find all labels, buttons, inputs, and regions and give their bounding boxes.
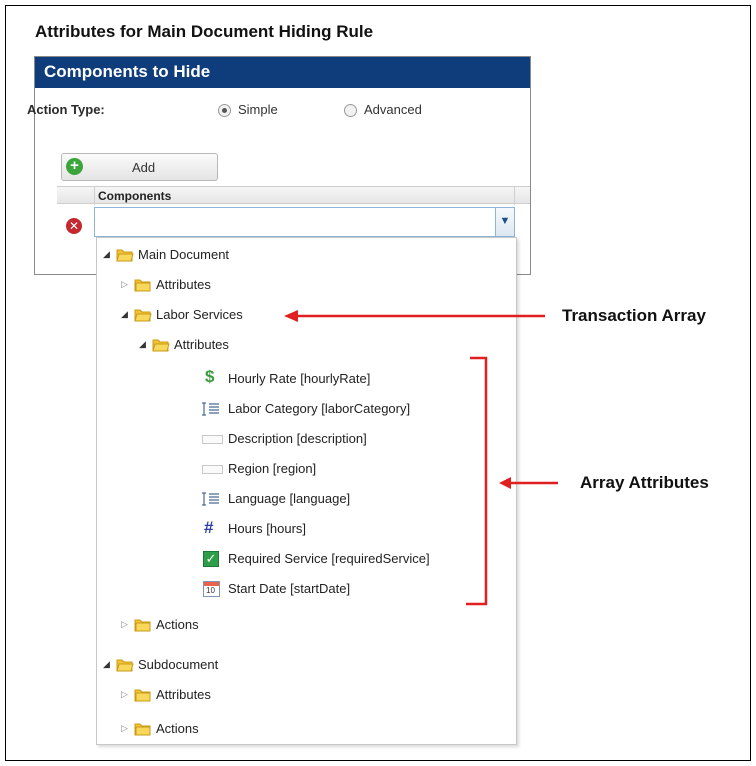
tree-node-label: Attributes [156,687,211,702]
tree-leaf-label: Hours [hours] [228,521,307,536]
tree-node-label: Labor Services [156,307,243,322]
plus-icon: + [66,158,83,175]
add-button-label: Add [132,160,156,175]
folder-open-icon [116,249,134,262]
expand-toggle-icon[interactable]: ◢ [121,309,131,320]
tree-leaf-label: Required Service [requiredService] [228,551,430,566]
chevron-down-icon[interactable]: ▼ [495,208,514,236]
components-tree-dropdown: ◢ Main Document ▷ Attributes ◢ Labor Ser… [96,237,517,745]
column-separator [94,187,95,205]
tree-node-label: Attributes [174,337,229,352]
array-attributes-label: Array Attributes [580,473,709,492]
list-icon [202,492,219,506]
radio-advanced[interactable] [344,104,357,117]
panel-header: Components to Hide [35,57,530,88]
tree-node-label: Main Document [138,247,230,262]
currency-icon: $ [205,367,215,386]
action-type-label: Action Type: [27,102,105,117]
remove-row-icon[interactable]: ✕ [66,218,82,234]
folder-open-icon [134,309,152,322]
folder-open-icon [152,339,170,352]
tree-leaf-label: Language [language] [228,491,351,506]
tree-node-label: Attributes [156,277,211,292]
number-icon: # [204,518,214,537]
radio-advanced-label: Advanced [364,102,422,117]
tree-node-label: Actions [156,617,199,632]
section-title: Attributes for Main Document Hiding Rule [35,22,374,41]
expand-toggle-icon[interactable]: ◢ [103,659,113,670]
tree-leaf-label: Start Date [startDate] [228,581,351,596]
collapse-toggle-icon[interactable]: ▷ [121,689,131,700]
tree-node-label: Subdocument [138,657,219,672]
radio-simple-label: Simple [238,102,278,117]
checkbox-icon: ✓ [203,551,219,567]
tree-node-label: Actions [156,721,199,736]
expand-toggle-icon[interactable]: ◢ [103,249,113,260]
collapse-toggle-icon[interactable]: ▷ [121,723,131,734]
folder-icon [134,689,151,702]
textbox-icon [202,435,223,444]
components-column-header: Components [98,189,172,203]
tree-leaf-label: Region [region] [228,461,317,476]
list-icon [202,402,219,416]
transaction-array-label: Transaction Array [562,306,706,325]
collapse-toggle-icon[interactable]: ▷ [121,619,131,630]
collapse-toggle-icon[interactable]: ▷ [121,279,131,290]
column-separator [514,187,515,205]
add-button[interactable]: + Add [61,153,218,181]
radio-simple[interactable] [218,104,231,117]
folder-icon [134,723,151,736]
components-combobox[interactable]: ▼ [94,207,515,237]
folder-icon [134,619,151,632]
tree-leaf-label: Labor Category [laborCategory] [228,401,411,416]
tree-leaf-label: Description [description] [228,431,367,446]
folder-icon [134,279,151,292]
grid-header: Components [57,186,530,205]
tree-leaf-label: Hourly Rate [hourlyRate] [228,371,371,386]
textbox-icon [202,465,223,474]
expand-toggle-icon[interactable]: ◢ [139,339,149,350]
folder-open-icon [116,659,134,672]
calendar-icon: 10 [203,581,220,597]
